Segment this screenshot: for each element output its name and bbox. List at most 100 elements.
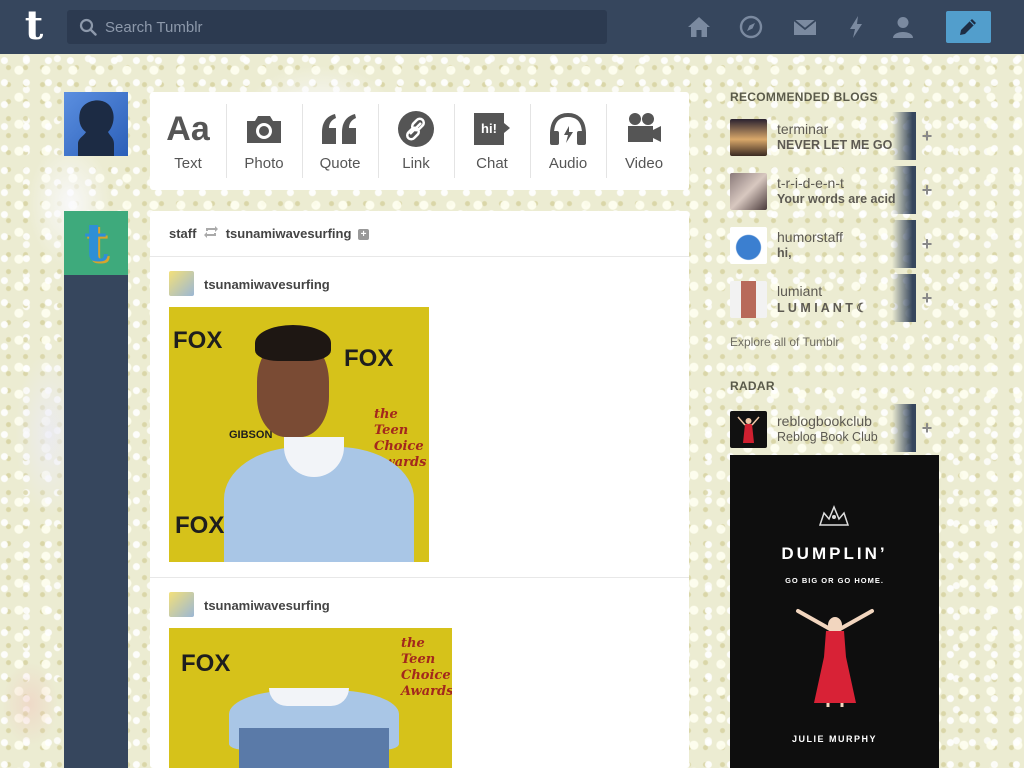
staff-blog-avatar[interactable]: t: [64, 211, 128, 275]
follow-plus-icon[interactable]: +: [919, 419, 935, 437]
follow-plus-icon[interactable]: +: [919, 235, 935, 253]
blog-description: hi,: [777, 246, 792, 260]
search-box[interactable]: [67, 10, 607, 44]
photo-fox-text: FOX: [173, 327, 223, 354]
chat-icon: hi!: [474, 113, 510, 145]
top-navigation-bar: t: [0, 0, 1024, 54]
search-input[interactable]: [105, 10, 595, 44]
entry-avatar[interactable]: [169, 271, 194, 296]
follow-plus-icon[interactable]: +: [358, 229, 370, 241]
search-icon: [79, 18, 97, 36]
blog-name[interactable]: humorstaff: [777, 229, 843, 245]
home-icon[interactable]: [686, 14, 712, 40]
post-type-audio[interactable]: Audio: [530, 92, 606, 190]
tumblr-logo[interactable]: t: [12, 6, 56, 50]
dancing-woman-figure: [796, 609, 874, 707]
row-fade: [892, 404, 916, 452]
quote-icon: [322, 114, 356, 144]
post-type-label: Photo: [244, 155, 284, 172]
recommended-blogs-title: RECOMMENDED BLOGS: [730, 90, 878, 104]
photo-fox-text: FOX: [175, 512, 225, 539]
photo-teen-text: the Teen Choice Awards: [401, 636, 452, 699]
inbox-icon[interactable]: [792, 14, 818, 40]
dashboard-post: staff tsunamiwavesurfing + tsunamiwavesu…: [150, 211, 689, 768]
follow-plus-icon[interactable]: +: [919, 127, 935, 145]
reblog-icon: [204, 226, 219, 238]
row-fade: [892, 112, 916, 160]
row-fade: [892, 166, 916, 214]
compose-button[interactable]: [946, 11, 991, 43]
entry-username[interactable]: tsunamiwavesurfing: [204, 277, 330, 292]
post-type-label: Video: [624, 155, 664, 172]
post-type-text[interactable]: Aa Text: [150, 92, 226, 190]
blog-avatar[interactable]: [730, 119, 767, 156]
camera-icon: [247, 116, 281, 143]
svg-text:hi!: hi!: [481, 121, 497, 136]
blog-avatar[interactable]: [730, 173, 767, 210]
photo-gibson-text: GIBSON: [229, 429, 273, 441]
entry-divider: [150, 577, 689, 578]
post-type-label: Audio: [548, 155, 588, 172]
user-avatar[interactable]: [64, 92, 128, 156]
photo-person-collar: [269, 688, 349, 706]
blog-description: Your words are acid: [777, 192, 896, 206]
blog-avatar[interactable]: [730, 281, 767, 318]
reblogger-link[interactable]: staff: [169, 226, 196, 241]
recommended-blog[interactable]: lumiant L U M I A N T ☾ +: [730, 274, 940, 322]
recommended-blog[interactable]: humorstaff hi, +: [730, 220, 940, 268]
link-icon: [398, 111, 434, 147]
post-photo[interactable]: FOX FOX FOX GIBSON the Teen Choice Award…: [169, 307, 429, 562]
blog-description: NEVER LET ME GO: [777, 138, 893, 152]
dress-figure-icon: [737, 416, 760, 443]
pencil-icon: [960, 19, 976, 35]
post-type-label: Text: [174, 155, 202, 172]
post-type-photo[interactable]: Photo: [226, 92, 302, 190]
photo-fox-text: FOX: [181, 650, 231, 677]
blog-description: Reblog Book Club: [777, 430, 878, 444]
activity-icon[interactable]: [843, 14, 869, 40]
follow-plus-icon[interactable]: +: [919, 181, 935, 199]
row-fade: [892, 274, 916, 322]
tiara-icon: [818, 505, 850, 526]
post-type-label: Chat: [476, 155, 508, 172]
explore-icon[interactable]: [738, 14, 764, 40]
post-type-label: Quote: [319, 155, 361, 172]
post-type-link[interactable]: Link: [378, 92, 454, 190]
explore-link[interactable]: Explore all of Tumblr: [730, 335, 839, 349]
blog-avatar-column: [64, 211, 128, 768]
photo-fox-text: FOX: [344, 345, 394, 372]
follow-plus-icon[interactable]: +: [919, 289, 935, 307]
staff-logo-glyph: t: [83, 213, 109, 274]
photo-person-hair: [255, 325, 331, 361]
blog-name[interactable]: lumiant: [777, 283, 822, 299]
blog-name[interactable]: terminar: [777, 121, 828, 137]
entry-username[interactable]: tsunamiwavesurfing: [204, 598, 330, 613]
radar-blog[interactable]: reblogbookclub Reblog Book Club +: [730, 404, 940, 452]
recommended-blog[interactable]: terminar NEVER LET ME GO +: [730, 112, 940, 160]
entry-avatar[interactable]: [169, 592, 194, 617]
row-fade: [892, 220, 916, 268]
blog-name[interactable]: reblogbookclub: [777, 413, 872, 429]
radar-title: RADAR: [730, 379, 775, 393]
headphones-icon: [550, 112, 586, 145]
post-type-chat[interactable]: hi! Chat: [454, 92, 530, 190]
radar-post-image[interactable]: DUMPLIN’ GO BIG OR GO HOME. JULIE MURPHY: [730, 455, 939, 768]
text-icon: Aa: [166, 109, 210, 148]
post-photo[interactable]: FOX the Teen Choice Awards: [169, 628, 452, 768]
blog-avatar[interactable]: [730, 227, 767, 264]
silhouette-icon: [78, 100, 114, 156]
book-tagline: GO BIG OR GO HOME.: [785, 576, 884, 585]
source-blog-link[interactable]: tsunamiwavesurfing: [226, 226, 352, 241]
book-author: JULIE MURPHY: [791, 734, 877, 744]
book-title: DUMPLIN’: [781, 544, 888, 563]
post-type-quote[interactable]: Quote: [302, 92, 378, 190]
account-icon[interactable]: [890, 14, 916, 40]
post-type-bar: Aa Text Photo Quote Link hi! Chat Audio …: [150, 92, 689, 190]
post-header: staff tsunamiwavesurfing +: [150, 211, 689, 257]
blog-description: L U M I A N T ☾: [777, 301, 868, 315]
blog-name[interactable]: t-r-i-d-e-n-t: [777, 175, 844, 191]
post-type-video[interactable]: Video: [606, 92, 682, 190]
blog-avatar[interactable]: [730, 411, 767, 448]
recommended-blog[interactable]: t-r-i-d-e-n-t Your words are acid +: [730, 166, 940, 214]
photo-person-jeans: [239, 728, 389, 768]
